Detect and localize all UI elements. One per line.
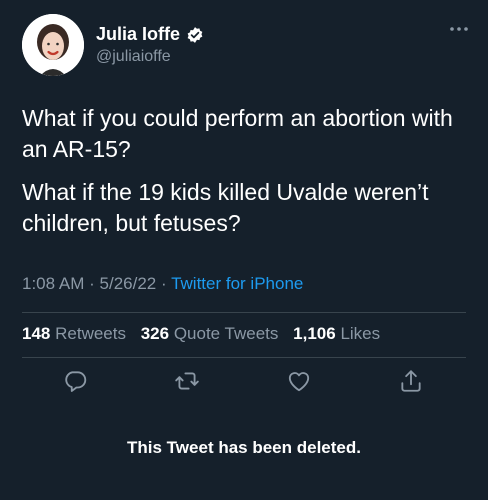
tweet-source[interactable]: Twitter for iPhone [171,274,303,293]
heart-icon[interactable] [286,368,312,394]
avatar[interactable] [22,14,84,76]
likes-count: 1,106 [293,324,336,343]
likes-stat[interactable]: 1,106 Likes [293,324,380,343]
tweet-paragraph: What if the 19 kids killed Uvalde weren’… [22,179,429,236]
retweets-label: Retweets [55,324,126,343]
tweet-time[interactable]: 1:08 AM [22,274,84,293]
divider [22,357,466,358]
tweet-text: What if you could perform an abortion wi… [22,103,472,239]
avatar-portrait-icon [22,14,84,76]
more-options-icon[interactable] [448,24,470,34]
tweet-paragraph: What if you could perform an abortion wi… [22,105,453,162]
deleted-notice: This Tweet has been deleted. [127,438,361,457]
retweets-stat[interactable]: 148 Retweets [22,324,126,343]
tweet-actions [22,368,466,398]
author-name[interactable]: Julia Ioffe [96,24,180,45]
tweet-date[interactable]: 5/26/22 [100,274,157,293]
reply-icon[interactable] [62,368,88,394]
tweet-detail: Julia Ioffe @juliaioffe What if you coul… [0,0,488,500]
divider [22,312,466,313]
meta-separator: · [160,274,167,293]
tweet-header: Julia Ioffe @juliaioffe [22,14,204,76]
author-info: Julia Ioffe @juliaioffe [96,24,204,66]
verified-badge-icon [187,26,203,43]
engagement-stats: 148 Retweets 326 Quote Tweets 1,106 Like… [22,324,390,344]
quote-tweets-label: Quote Tweets [173,324,279,343]
retweet-icon[interactable] [174,368,200,394]
share-icon[interactable] [398,368,424,394]
author-handle[interactable]: @juliaioffe [96,48,204,66]
quote-tweets-count: 326 [140,324,170,343]
retweets-count: 148 [22,324,51,343]
author-name-row: Julia Ioffe [96,24,204,45]
quote-tweets-stat[interactable]: 326 Quote Tweets [141,324,279,343]
meta-separator: · [89,274,95,293]
likes-label: Likes [340,324,381,343]
tweet-metadata: 1:08 AM · 5/26/22 · Twitter for iPhone [22,274,303,294]
